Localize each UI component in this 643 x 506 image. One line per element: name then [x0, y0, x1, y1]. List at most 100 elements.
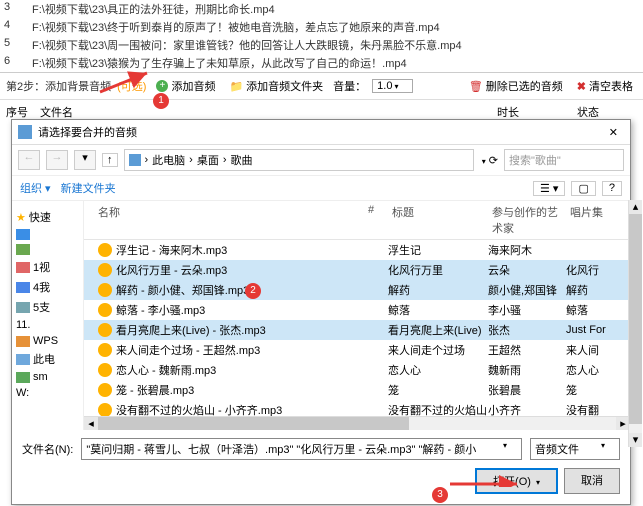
mp3-icon [98, 243, 112, 257]
delete-icon: 🗑 [469, 80, 483, 93]
artist-cell: 李小骚 [488, 302, 566, 318]
filename-input[interactable]: "莫问归期 - 蒋雪儿、七叔（叶泽浩）.mp3" "化风行万里 - 云朵.mp3… [81, 438, 522, 460]
mp3-icon [98, 263, 112, 277]
filetype-filter[interactable]: 音频文件▾ [530, 438, 620, 460]
organize-button[interactable]: 组织 ▾ [20, 180, 51, 196]
clear-table-button[interactable]: ✖清空表格 [573, 77, 637, 95]
breadcrumb[interactable]: › 此电脑 › 桌面 › 歌曲 [124, 149, 474, 171]
new-folder-button[interactable]: 新建文件夹 [61, 180, 116, 196]
file-name-cell: 看月亮爬上来(Live) - 张杰.mp3 [84, 322, 364, 338]
chevron-down-icon: ▾ [503, 441, 507, 450]
file-name-text: 没有翻不过的火焰山 - 小齐齐.mp3 [116, 402, 282, 416]
forward-button[interactable]: → [46, 150, 68, 170]
recent-button[interactable]: ▾ [74, 150, 96, 170]
sidebar-item[interactable] [16, 227, 79, 242]
sidebar-label: W: [16, 387, 29, 399]
scroll-left-button[interactable]: ◂ [84, 417, 98, 430]
sidebar-item[interactable]: 5支 [16, 297, 79, 317]
add-audio-folder-button[interactable]: 📁添加音频文件夹 [225, 77, 327, 95]
refresh-button[interactable]: ▾ ⟳ [480, 154, 498, 167]
col-artist[interactable]: 参与创作的艺术家 [488, 204, 566, 236]
breadcrumb-item[interactable]: 此电脑 [152, 152, 185, 168]
delete-selected-audio-button[interactable]: 🗑删除已选的音频 [465, 77, 567, 95]
sidebar-label: 4我 [33, 279, 50, 295]
file-name-cell: 笼 - 张碧晨.mp3 [84, 382, 364, 398]
col-name[interactable]: 名称 [84, 204, 364, 236]
file-row[interactable]: 来人间走个过场 - 王超然.mp3来人间走个过场王超然来人间 [84, 340, 630, 360]
column-header-row: 名称 # 标题 参与创作的艺术家 唱片集 [84, 201, 630, 240]
title-cell: 恋人心 [388, 362, 488, 378]
dialog-nav: ← → ▾ ↑ › 此电脑 › 桌面 › 歌曲 ▾ ⟳ 搜索"歌曲" [12, 145, 630, 176]
breadcrumb-sep: › [145, 154, 149, 166]
file-name-text: 恋人心 - 魏新雨.mp3 [116, 362, 216, 378]
file-rows: 浮生记 - 海来阿木.mp3浮生记海来阿木化风行万里 - 云朵.mp3化风行万里… [84, 240, 630, 416]
scroll-up-button[interactable]: ▴ [629, 200, 642, 214]
sidebar-item[interactable]: 11. [16, 317, 79, 333]
breadcrumb-item[interactable]: 歌曲 [231, 152, 253, 168]
volume-select[interactable]: 1.0▾ [372, 79, 413, 93]
add-folder-label: 添加音频文件夹 [246, 78, 323, 94]
scrollbar-v[interactable]: ▴ ▾ [628, 200, 642, 447]
file-name-cell: 没有翻不过的火焰山 - 小齐齐.mp3 [84, 402, 364, 416]
search-input[interactable]: 搜索"歌曲" [504, 149, 624, 171]
sidebar-item[interactable]: W: [16, 385, 79, 401]
sidebar-item[interactable] [16, 242, 79, 257]
preview-pane-button[interactable]: ▢ [571, 181, 595, 196]
chevron-down-icon: ▾ [536, 478, 540, 487]
file-row[interactable]: 浮生记 - 海来阿木.mp3浮生记海来阿木 [84, 240, 630, 260]
artist-cell: 张碧晨 [488, 382, 566, 398]
sidebar-item-wps[interactable]: WPS [16, 333, 79, 349]
dialog-footer: 文件名(N): "莫问归期 - 蒋雪儿、七叔（叶泽浩）.mp3" "化风行万里 … [12, 430, 630, 468]
file-row[interactable]: 看月亮爬上来(Live) - 张杰.mp3看月亮爬上来(Live)张杰Just … [84, 320, 630, 340]
sidebar-item[interactable]: 4我 [16, 277, 79, 297]
file-row[interactable]: 恋人心 - 魏新雨.mp3恋人心魏新雨恋人心 [84, 360, 630, 380]
breadcrumb-item[interactable]: 桌面 [197, 152, 219, 168]
file-row[interactable]: 笼 - 张碧晨.mp3笼张碧晨笼 [84, 380, 630, 400]
view-mode-button[interactable]: ☰ ▾ [533, 181, 565, 196]
cancel-button[interactable]: 取消 [564, 468, 620, 494]
album-cell: 恋人心 [566, 362, 608, 378]
close-button[interactable]: ✕ [603, 126, 624, 139]
file-row[interactable]: 3F:\视频下载\23\具正的法外狂徒，刑期比命长.mp4 [0, 0, 643, 18]
mp3-icon [98, 363, 112, 377]
chevron-down-icon: ▾ [601, 441, 605, 450]
nav-sidebar: ★快速 1视 4我 5支 11. WPS 此电 sm W: [12, 201, 84, 430]
file-row[interactable]: 解药 - 颜小健、郑国锋.mp3解药颜小健,郑国锋解药 [84, 280, 630, 300]
scrollbar-h[interactable]: ◂▸ [84, 416, 630, 430]
scroll-thumb[interactable] [629, 214, 642, 424]
sidebar-item[interactable]: 1视 [16, 257, 79, 277]
col-title[interactable]: 标题 [388, 204, 488, 236]
scroll-thumb[interactable] [98, 417, 409, 430]
album-cell: 解药 [566, 282, 608, 298]
file-row[interactable]: 鲸落 - 李小骚.mp3鲸落李小骚鲸落 [84, 300, 630, 320]
filename-label: 文件名(N): [22, 441, 73, 457]
dialog-toolbar: 组织 ▾ 新建文件夹 ☰ ▾ ▢ ? [12, 176, 630, 201]
pc-icon [129, 154, 141, 166]
album-cell: 笼 [566, 382, 608, 398]
up-button[interactable]: ↑ [102, 153, 118, 167]
col-album[interactable]: 唱片集 [566, 204, 608, 236]
sidebar-item-thispc[interactable]: 此电 [16, 349, 79, 369]
title-cell: 解药 [388, 282, 488, 298]
back-button[interactable]: ← [18, 150, 40, 170]
star-icon: ★ [16, 211, 26, 224]
file-row[interactable]: 没有翻不过的火焰山 - 小齐齐.mp3没有翻不过的火焰山小齐齐没有翻 [84, 400, 630, 416]
file-row[interactable]: 4F:\视频下载\23\终于听到泰肖的原声了！被她电音洗脑，差点忘了她原来的声音… [0, 18, 643, 36]
title-cell: 没有翻不过的火焰山 [388, 402, 488, 416]
title-cell: 来人间走个过场 [388, 342, 488, 358]
sidebar-label: sm [33, 371, 48, 383]
scroll-track[interactable] [98, 417, 616, 430]
dialog-title: 请选择要合并的音频 [38, 124, 603, 140]
col-tracknum[interactable]: # [364, 204, 388, 236]
help-button[interactable]: ? [602, 181, 622, 196]
folder-icon: 📁 [229, 80, 243, 93]
scroll-down-button[interactable]: ▾ [629, 433, 642, 447]
file-row[interactable]: 化风行万里 - 云朵.mp3化风行万里云朵化风行 [84, 260, 630, 280]
annotation-marker-1: 1 [153, 93, 169, 109]
file-row[interactable]: 5F:\视频下载\23\周一围被问：家里谁管钱？他的回答让人大跌眼镜，朱丹黑脸不… [0, 36, 643, 54]
sidebar-item-quick[interactable]: ★快速 [16, 207, 79, 227]
dialog-buttons: 打开(O) ▾ 取消 [12, 468, 630, 504]
mp3-icon [98, 283, 112, 297]
sidebar-item[interactable]: sm [16, 369, 79, 385]
col-duration: 时长 [497, 104, 577, 120]
